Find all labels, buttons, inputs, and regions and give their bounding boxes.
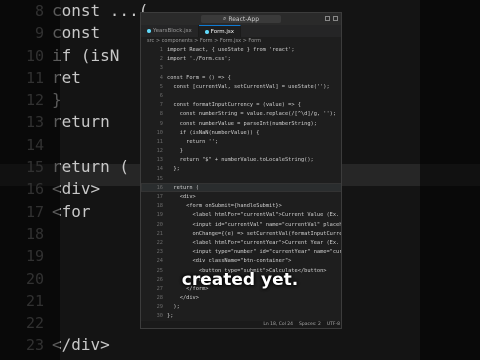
encoding[interactable]: UTF-8 <box>327 322 340 327</box>
line-number: 29 <box>156 304 163 311</box>
tab-yearsblock[interactable]: YearsBlock.jsx <box>141 25 199 37</box>
line-number: 28 <box>156 295 163 302</box>
window-title: React-App <box>228 15 260 23</box>
title-bar: ⌕ React-App <box>141 13 341 25</box>
status-bar: Ln 18, Col 24 Spaces: 2 UTF-8 <box>141 321 341 328</box>
command-center[interactable]: ⌕ React-App <box>201 15 281 23</box>
code-line: const numberString = value.replace(/[^\d… <box>167 111 337 118</box>
line-number: 20 <box>156 221 163 228</box>
code-line: const Form = () => { <box>167 74 231 81</box>
video-caption: created yet. <box>181 270 299 290</box>
line-number: 17 <box>156 194 163 200</box>
maximize-icon[interactable] <box>333 16 338 21</box>
code-line: return "$" + numberValue.toLocaleString(… <box>167 157 314 164</box>
background-code-line: </div> <box>52 335 110 355</box>
code-line: }; <box>167 166 180 173</box>
line-number: 24 <box>156 258 163 265</box>
code-line: const numberValue = parseInt(numberStrin… <box>167 120 317 127</box>
code-line: return ''; <box>167 138 219 145</box>
editor-tabs: YearsBlock.jsx Form.jsx <box>141 25 341 37</box>
code-line: onChange={(e) => setCurrentVal(formatInp… <box>167 230 342 237</box>
line-number: 9 <box>159 120 163 127</box>
code-line: </div> <box>167 295 199 302</box>
tab-form[interactable]: Form.jsx <box>198 25 242 37</box>
code-line: } <box>167 148 183 155</box>
minimize-icon[interactable] <box>325 16 330 21</box>
search-icon: ⌕ <box>222 15 227 22</box>
line-number: 19 <box>156 212 163 219</box>
react-file-icon <box>204 29 209 34</box>
cursor-position[interactable]: Ln 18, Col 24 <box>263 322 293 327</box>
line-number: 3 <box>159 65 163 72</box>
line-number: 23 <box>156 249 163 256</box>
code-line: <input type="number" id="currentYear" na… <box>167 249 342 256</box>
code-line: <div> <box>167 194 196 200</box>
line-number: 13 <box>156 157 163 164</box>
code-line: if (isNaN(numberValue)) { <box>167 129 260 136</box>
code-line: return ( <box>167 184 199 191</box>
code-line: <label htmlFor="currentYear">Current Yea… <box>167 239 342 246</box>
code-line: <label htmlFor="currentVal">Current Valu… <box>167 212 342 219</box>
code-line: const formatInputCurrency = (value) => { <box>167 102 301 109</box>
code-line: <form onSubmit={handleSubmit}> <box>167 203 282 210</box>
line-number: 22 <box>156 239 163 246</box>
line-number: 10 <box>156 129 163 136</box>
react-file-icon <box>147 29 151 33</box>
indentation[interactable]: Spaces: 2 <box>299 322 321 327</box>
line-number: 15 <box>156 175 163 182</box>
code-line: import React, { useState } from 'react'; <box>167 47 295 53</box>
code-line: const [currentVal, setCurrentVal] = useS… <box>167 83 330 90</box>
code-line: import './Form.css'; <box>167 56 231 63</box>
window-controls <box>325 16 338 21</box>
line-number: 2 <box>159 56 163 63</box>
tab-label: YearsBlock.jsx <box>153 28 192 34</box>
code-line: ); <box>167 304 180 311</box>
line-number: 11 <box>156 138 163 145</box>
line-number: 14 <box>156 166 163 173</box>
tab-label: Form.jsx <box>210 28 235 35</box>
line-number: 1 <box>159 47 163 53</box>
line-number: 4 <box>159 74 163 81</box>
line-number: 16 <box>156 184 163 191</box>
line-number: 21 <box>156 230 163 237</box>
line-number: 12 <box>156 148 163 155</box>
line-number: 5 <box>159 83 163 90</box>
line-number: 7 <box>159 102 163 109</box>
line-number: 8 <box>159 111 163 118</box>
line-number: 6 <box>159 92 163 99</box>
code-line: <input id="currentVal" name="currentVal"… <box>167 221 342 228</box>
breadcrumb[interactable]: src > components > Form > Form.jsx > For… <box>141 37 341 45</box>
right-letterbox <box>420 0 480 360</box>
code-line: <div className="btn-container"> <box>167 258 292 265</box>
line-number: 18 <box>156 203 163 210</box>
left-letterbox <box>0 0 60 360</box>
